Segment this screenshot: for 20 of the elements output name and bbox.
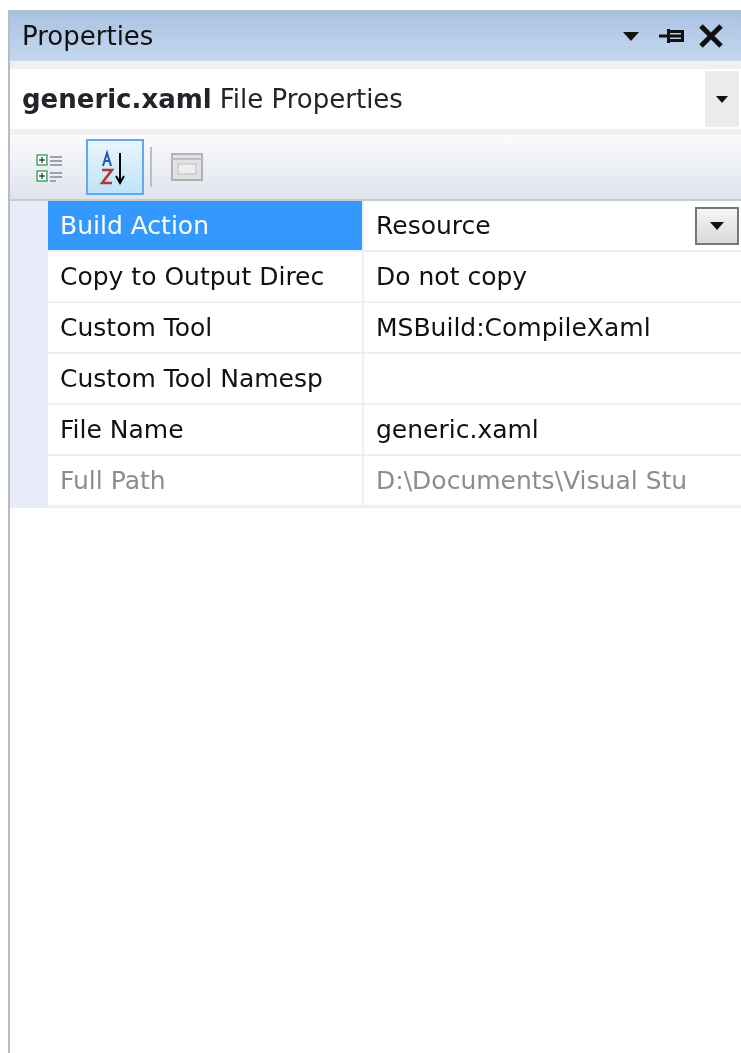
object-name: generic.xaml — [22, 82, 212, 116]
panel-title: Properties — [22, 19, 154, 53]
property-value: D:\Documents\Visual Stu — [376, 464, 688, 497]
object-selector[interactable]: generic.xaml File Properties — [10, 69, 741, 129]
dropdown-arrow-icon — [710, 221, 724, 230]
property-value: MSBuild:CompileXaml — [376, 311, 651, 344]
value-dropdown-button[interactable] — [695, 206, 739, 245]
pin-icon — [658, 29, 684, 43]
property-name[interactable]: Custom Tool — [48, 303, 364, 354]
property-name[interactable]: Copy to Output Direc — [48, 252, 364, 303]
dropdown-arrow-icon — [623, 31, 639, 41]
object-type: File Properties — [219, 82, 403, 116]
close-icon — [699, 24, 723, 48]
property-value: Do not copy — [376, 260, 528, 293]
property-name[interactable]: Custom Tool Namesp — [48, 354, 364, 405]
dropdown-arrow-icon — [716, 95, 728, 103]
sort-alphabetical-button[interactable] — [86, 139, 144, 195]
property-value: Resource — [376, 209, 491, 242]
property-name[interactable]: File Name — [48, 405, 364, 456]
property-value: generic.xaml — [376, 413, 539, 446]
